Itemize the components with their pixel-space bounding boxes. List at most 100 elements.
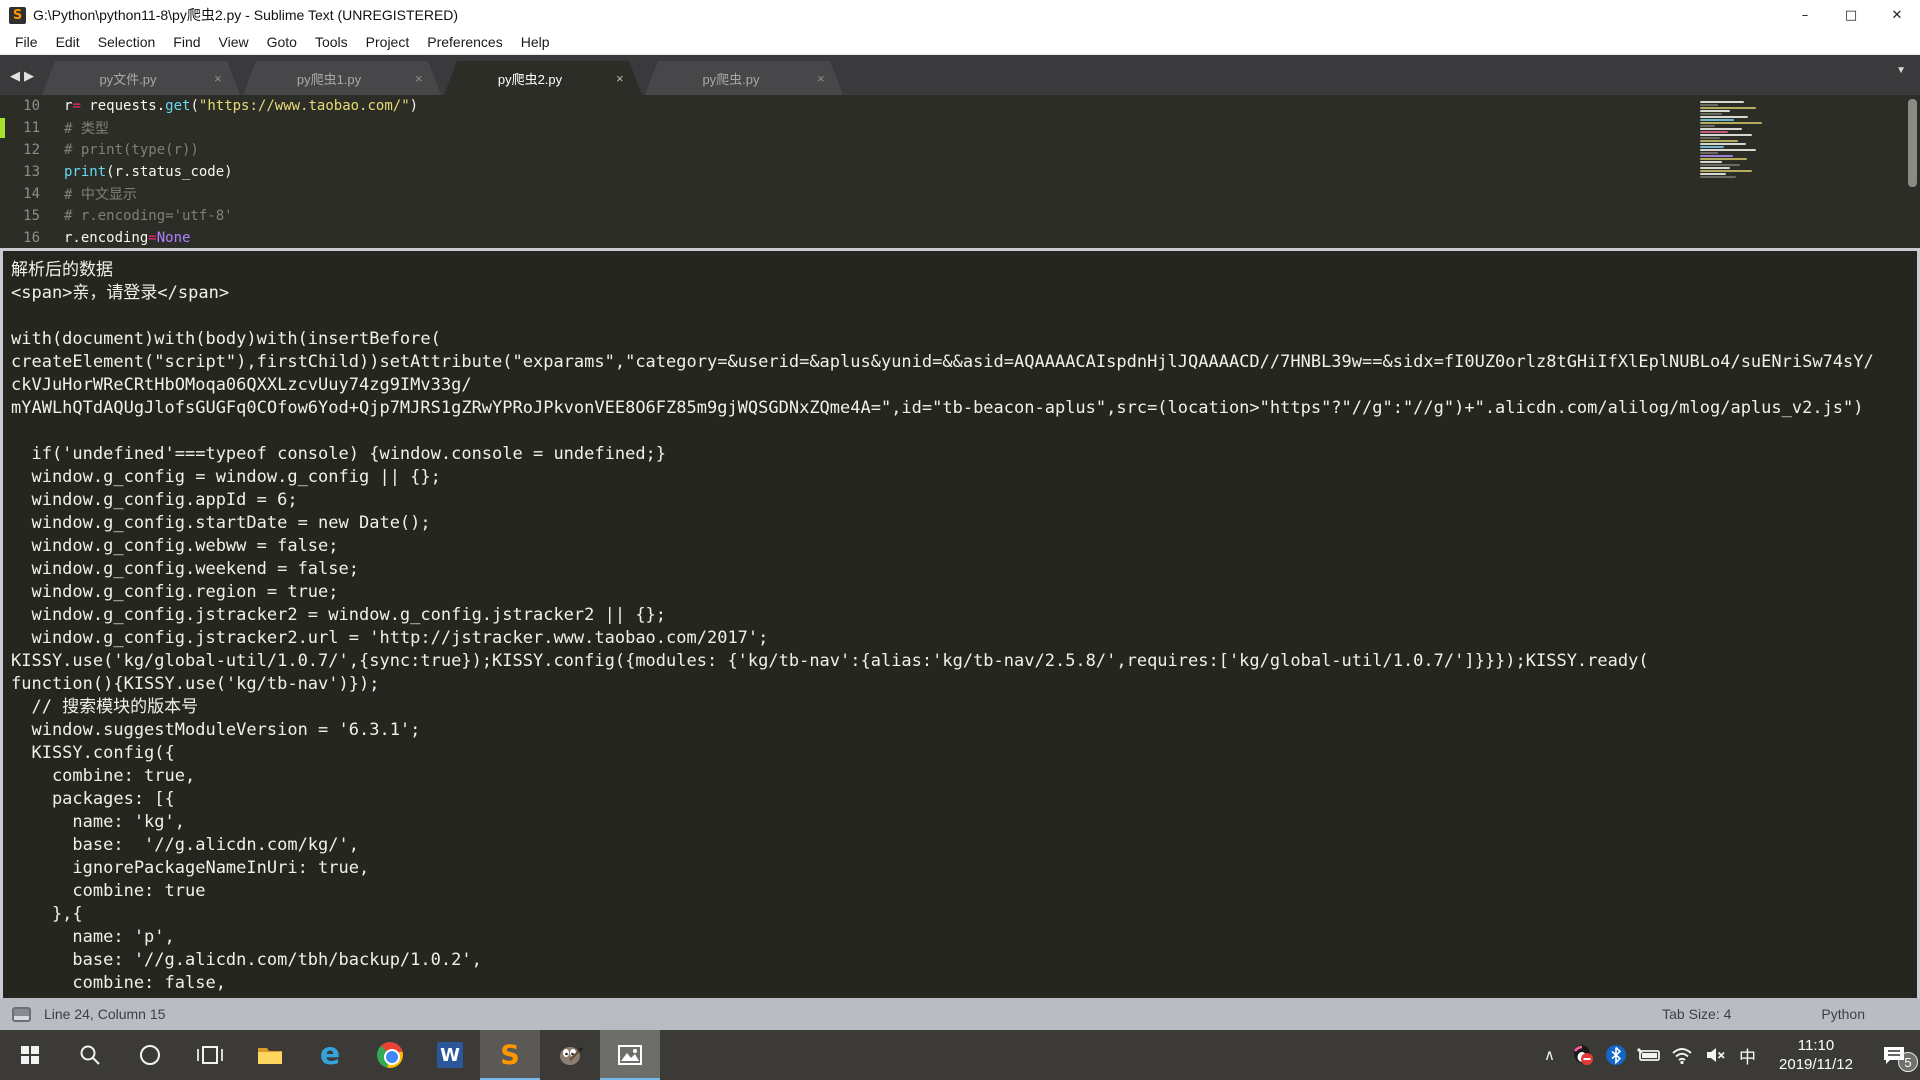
console-output-line: KISSY.config({	[11, 742, 1917, 765]
menu-help[interactable]: Help	[512, 34, 559, 50]
panel-toggle-icon[interactable]	[12, 1007, 31, 1022]
tab-scroll-right-icon[interactable]: ▶	[24, 69, 34, 82]
tab-py文件.py[interactable]: py文件.py×	[42, 61, 240, 95]
sublime-text-window: S G:\Python\python11-8\py爬虫2.py - Sublim…	[0, 0, 1920, 1080]
menu-find[interactable]: Find	[164, 34, 209, 50]
tray-expand-icon[interactable]: ∧	[1533, 1030, 1566, 1080]
chrome-icon	[377, 1042, 403, 1068]
console-output-line: function(){KISSY.use('kg/tb-nav')});	[11, 673, 1917, 696]
minimize-button[interactable]: –	[1782, 0, 1828, 30]
line-number: 10	[0, 98, 40, 114]
console-output-line: window.g_config.appId = 6;	[11, 489, 1917, 512]
window-title: G:\Python\python11-8\py爬虫2.py - Sublime …	[33, 5, 458, 25]
file-explorer-button[interactable]	[240, 1030, 300, 1080]
code-text: r= requests.get("https://www.taobao.com/…	[64, 98, 418, 114]
console-output-line: window.g_config.jstracker2.url = 'http:/…	[11, 627, 1917, 650]
code-editor[interactable]: 10 r= requests.get("https://www.taobao.co…	[0, 95, 1920, 248]
console-output-line: window.g_config.weekend = false;	[11, 558, 1917, 581]
title-bar: S G:\Python\python11-8\py爬虫2.py - Sublim…	[0, 0, 1920, 30]
chrome-button[interactable]	[360, 1030, 420, 1080]
console-output-line: // 搜索模块的版本号	[11, 696, 1917, 719]
tab-label: py爬虫2.py	[444, 69, 616, 88]
start-button[interactable]	[0, 1030, 60, 1080]
tab-close-icon[interactable]: ×	[616, 71, 642, 86]
menu-selection[interactable]: Selection	[89, 34, 165, 50]
tab-size-indicator[interactable]: Tab Size: 4	[1662, 1006, 1731, 1022]
console-output-line: if('undefined'===typeof console) {window…	[11, 443, 1917, 466]
tab-overflow-icon[interactable]: ▼	[1896, 65, 1906, 76]
console-output-line: 解析后的数据	[11, 259, 1917, 282]
console-output-line: packages: [{	[11, 788, 1917, 811]
menu-edit[interactable]: Edit	[47, 34, 89, 50]
console-output-line: window.g_config.webww = false;	[11, 535, 1917, 558]
console-output-line: combine: true,	[11, 765, 1917, 788]
cortana-button[interactable]	[120, 1030, 180, 1080]
console-output-line: with(document)with(body)with(insertBefor…	[11, 328, 1917, 351]
task-view-button[interactable]	[180, 1030, 240, 1080]
console-output-line: ckVJuHorWReCRtHbOMoqa06QXXLzcvUuy74zg9IM…	[11, 374, 1917, 397]
code-line-12[interactable]: 12# print(type(r))	[0, 139, 1920, 161]
sublime-text-taskbar-button[interactable]: S	[480, 1030, 540, 1080]
qq-tray-icon[interactable]	[1566, 1030, 1599, 1080]
build-output-panel[interactable]: 解析后的数据<span>亲，请登录</span> with(document)w…	[0, 248, 1920, 998]
editor-scrollbar[interactable]	[1908, 99, 1917, 187]
folder-icon	[256, 1041, 284, 1069]
minimap[interactable]	[1700, 101, 1792, 187]
console-output-line: },{	[11, 903, 1917, 926]
wifi-icon[interactable]	[1665, 1030, 1698, 1080]
console-output-line: name: 'kg',	[11, 811, 1917, 834]
gimp-button[interactable]	[540, 1030, 600, 1080]
code-text: # r.encoding='utf-8'	[64, 208, 233, 224]
volume-muted-icon[interactable]	[1698, 1030, 1731, 1080]
code-text: # 中文显示	[64, 184, 137, 204]
status-bar: Line 24, Column 15 Tab Size: 4 Python	[0, 998, 1920, 1030]
console-output-line: window.g_config = window.g_config || {};	[11, 466, 1917, 489]
tab-py爬虫2.py[interactable]: py爬虫2.py×	[444, 61, 642, 95]
tab-close-icon[interactable]: ×	[214, 71, 240, 86]
clock-time: 11:10	[1764, 1036, 1868, 1056]
console-output-line	[11, 420, 1917, 443]
tab-close-icon[interactable]: ×	[817, 71, 843, 86]
search-button[interactable]	[60, 1030, 120, 1080]
action-center-button[interactable]: 5	[1868, 1030, 1920, 1080]
code-line-10[interactable]: 10 r= requests.get("https://www.taobao.co…	[0, 95, 1920, 117]
taskbar-clock[interactable]: 11:10 2019/11/12	[1764, 1036, 1868, 1075]
tab-py爬虫1.py[interactable]: py爬虫1.py×	[243, 61, 441, 95]
line-number: 12	[0, 142, 40, 158]
code-line-15[interactable]: 15# r.encoding='utf-8'	[0, 205, 1920, 227]
clock-date: 2019/11/12	[1764, 1055, 1868, 1075]
close-button[interactable]: ✕	[1874, 0, 1920, 30]
menu-goto[interactable]: Goto	[258, 34, 306, 50]
system-tray: ∧	[1533, 1030, 1920, 1080]
code-line-16[interactable]: 16r.encoding=None	[0, 227, 1920, 248]
tab-close-icon[interactable]: ×	[415, 71, 441, 86]
menu-project[interactable]: Project	[357, 34, 419, 50]
maximize-button[interactable]: □	[1828, 0, 1874, 30]
photos-button[interactable]	[600, 1030, 660, 1080]
syntax-indicator[interactable]: Python	[1821, 1006, 1865, 1022]
code-line-14[interactable]: 14# 中文显示	[0, 183, 1920, 205]
code-text: r.encoding=None	[64, 230, 190, 246]
console-output-line: base: '//g.alicdn.com/tbh/backup/1.0.2',	[11, 949, 1917, 972]
tab-scroll-left-icon[interactable]: ◀	[10, 69, 20, 82]
tab-label: py文件.py	[42, 69, 214, 88]
menu-preferences[interactable]: Preferences	[418, 34, 511, 50]
console-output-line: name: 'p',	[11, 926, 1917, 949]
console-output-line: window.g_config.region = true;	[11, 581, 1917, 604]
edge-button[interactable]: e	[300, 1030, 360, 1080]
line-number: 11	[0, 120, 40, 136]
tab-label: py爬虫1.py	[243, 69, 415, 88]
battery-icon[interactable]	[1632, 1030, 1665, 1080]
menu-view[interactable]: View	[210, 34, 258, 50]
code-line-13[interactable]: 13print(r.status_code)	[0, 161, 1920, 183]
code-line-11[interactable]: 11# 类型	[0, 117, 1920, 139]
photos-icon	[616, 1041, 644, 1069]
word-button[interactable]: W	[420, 1030, 480, 1080]
tab-py爬虫.py[interactable]: py爬虫.py×	[645, 61, 843, 95]
menu-tools[interactable]: Tools	[306, 34, 357, 50]
bluetooth-icon[interactable]	[1599, 1030, 1632, 1080]
console-output-line: KISSY.use('kg/global-util/1.0.7/',{sync:…	[11, 650, 1917, 673]
menu-file[interactable]: File	[6, 34, 47, 50]
ime-indicator[interactable]: 中	[1731, 1030, 1764, 1080]
sublime-logo-icon: S	[9, 7, 26, 24]
